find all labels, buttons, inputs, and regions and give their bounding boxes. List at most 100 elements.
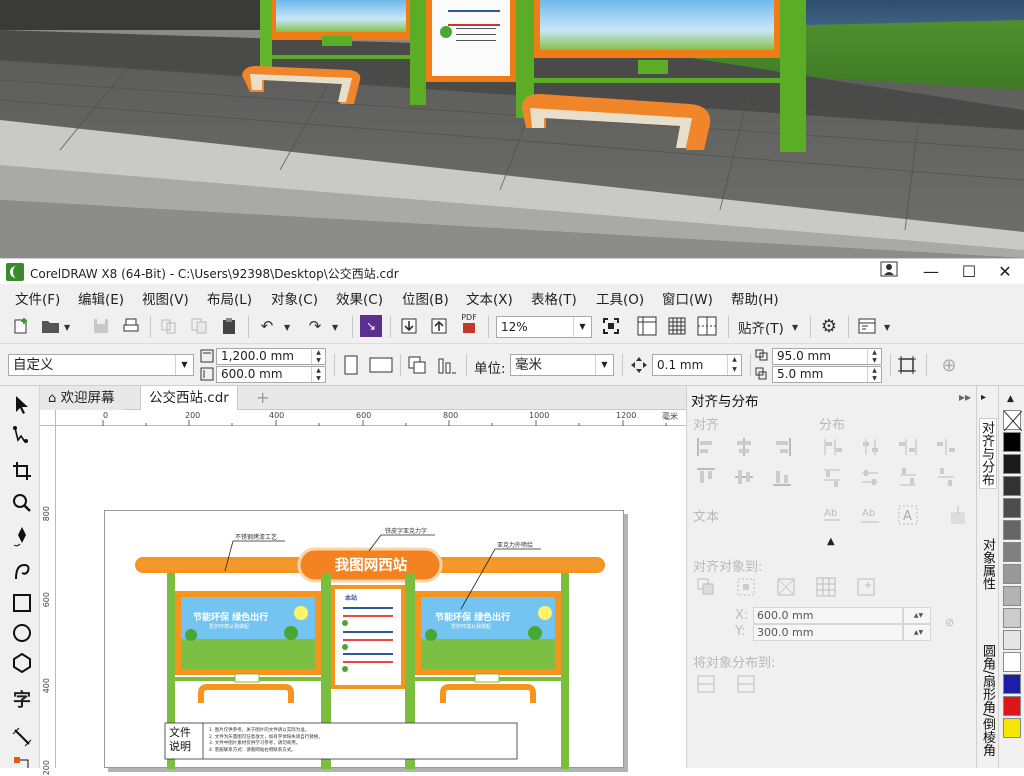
- vertical-ruler[interactable]: 800 600 400 200: [40, 426, 56, 775]
- align-left-icon[interactable]: [695, 436, 717, 458]
- export-icon[interactable]: [428, 315, 450, 337]
- options-gear-icon[interactable]: ⚙: [818, 315, 840, 337]
- color-swatch[interactable]: [1003, 476, 1021, 496]
- color-swatch[interactable]: [1003, 718, 1021, 738]
- color-swatch[interactable]: [1003, 652, 1021, 672]
- open-folder-icon[interactable]: [40, 315, 62, 337]
- color-swatch[interactable]: [1003, 630, 1021, 650]
- all-pages-icon[interactable]: [406, 354, 428, 376]
- color-swatch[interactable]: [1003, 696, 1021, 716]
- distribute-to-selection-icon[interactable]: [695, 673, 717, 695]
- distribute-top-icon[interactable]: [821, 466, 843, 488]
- menu-layout[interactable]: 布局(L): [207, 288, 252, 308]
- tab-welcome-screen[interactable]: ⌂ 欢迎屏幕: [40, 386, 123, 410]
- color-swatch[interactable]: [1003, 454, 1021, 474]
- parallel-dimension-tool-icon[interactable]: [9, 724, 35, 750]
- account-icon[interactable]: [872, 261, 906, 283]
- zoom-tool-icon[interactable]: [9, 490, 35, 516]
- freehand-tool-icon[interactable]: [9, 524, 35, 550]
- docker-tabs-scroll-icon[interactable]: ▸: [981, 392, 986, 403]
- portrait-icon[interactable]: [340, 354, 362, 376]
- zoom-dropdown-icon[interactable]: ▼: [573, 317, 591, 337]
- snap-to-label[interactable]: 贴齐(T): [738, 317, 784, 337]
- launcher-dropdown-icon[interactable]: ▼: [884, 323, 890, 332]
- menu-help[interactable]: 帮助(H): [731, 288, 779, 308]
- page-size-dropdown-icon[interactable]: ▼: [175, 355, 193, 375]
- align-to-page-edge-icon[interactable]: [735, 576, 757, 598]
- paste-icon[interactable]: [218, 315, 240, 337]
- align-top-icon[interactable]: [695, 466, 717, 488]
- open-dropdown-icon[interactable]: ▼: [64, 323, 70, 332]
- artistic-media-tool-icon[interactable]: [9, 558, 35, 584]
- search-content-icon[interactable]: ↘: [360, 315, 382, 337]
- distribute-bottom-icon[interactable]: [897, 466, 919, 488]
- import-icon[interactable]: [398, 315, 420, 337]
- drawing-page[interactable]: 我图网西站 不锈钢烤漆工艺 铁皮字亚克力字 亚克力外喷绘 节能环保 绿色出行 爱…: [104, 510, 624, 769]
- distribute-center-icon[interactable]: [859, 436, 881, 458]
- page-size-preset-combo[interactable]: 自定义 ▼: [8, 354, 194, 376]
- show-guidelines-icon[interactable]: [696, 315, 718, 337]
- menu-effects[interactable]: 效果(C): [336, 288, 383, 308]
- close-button[interactable]: ✕: [988, 261, 1022, 283]
- color-swatch[interactable]: [1003, 432, 1021, 452]
- publish-pdf-icon[interactable]: PDF: [458, 312, 480, 334]
- ruler-origin[interactable]: [40, 410, 56, 426]
- menu-table[interactable]: 表格(T): [531, 288, 577, 308]
- outline-toggle-icon[interactable]: [947, 504, 969, 526]
- page-height-field[interactable]: 600.0 mm ▲ ▼: [216, 366, 326, 383]
- show-rulers-icon[interactable]: [636, 315, 658, 337]
- duplicate-x-spinner-icon[interactable]: ▲ ▼: [867, 349, 881, 364]
- zoom-level-combo[interactable]: 12% ▼: [496, 316, 592, 338]
- docker-collapse-icon[interactable]: ▸▸: [959, 390, 971, 404]
- distribute-right-icon[interactable]: [897, 436, 919, 458]
- distribute-middle-icon[interactable]: [859, 466, 881, 488]
- text-bounding-box-icon[interactable]: A: [897, 504, 919, 526]
- tab-document[interactable]: 公交西站.cdr: [140, 386, 238, 410]
- maximize-button[interactable]: ☐: [952, 261, 986, 283]
- color-swatch[interactable]: [1003, 564, 1021, 584]
- page-width-spinner-icon[interactable]: ▲ ▼: [311, 349, 325, 364]
- align-right-icon[interactable]: [771, 436, 793, 458]
- menu-object[interactable]: 对象(C): [271, 288, 318, 308]
- position-x-field[interactable]: 600.0 mm: [753, 607, 903, 624]
- menu-view[interactable]: 视图(V): [142, 288, 189, 308]
- pick-tool-icon[interactable]: [9, 392, 35, 418]
- menu-window[interactable]: 窗口(W): [662, 288, 713, 308]
- shape-tool-icon[interactable]: [9, 422, 35, 448]
- distribute-spacing-vertical-icon[interactable]: [935, 466, 957, 488]
- copy-icon[interactable]: [188, 315, 210, 337]
- ellipse-tool-icon[interactable]: [9, 620, 35, 646]
- undo-dropdown-icon[interactable]: ▼: [284, 323, 290, 332]
- rectangle-tool-icon[interactable]: [9, 590, 35, 616]
- menu-edit[interactable]: 编辑(E): [78, 288, 124, 308]
- position-x-spinner-icon[interactable]: ▲▼: [903, 607, 931, 624]
- no-color-swatch[interactable]: [1003, 410, 1023, 432]
- nudge-distance-field[interactable]: 0.1 mm ▲ ▼: [652, 354, 742, 376]
- color-swatch[interactable]: [1003, 498, 1021, 518]
- redo-dropdown-icon[interactable]: ▼: [332, 323, 338, 332]
- minimize-button[interactable]: —: [914, 261, 948, 283]
- tab-fillet-scallop-chamfer[interactable]: 圆角/扇形角/倒棱角: [979, 642, 997, 759]
- save-icon[interactable]: [90, 315, 112, 337]
- redo-icon[interactable]: ↷: [304, 315, 326, 337]
- lock-ratio-icon[interactable]: ⊘: [945, 616, 954, 629]
- tab-object-properties[interactable]: 对象属性: [979, 536, 997, 592]
- new-tab-icon[interactable]: +: [248, 386, 277, 410]
- tab-align-distribute[interactable]: 对齐与分布: [979, 418, 997, 489]
- position-y-spinner-icon[interactable]: ▲▼: [903, 624, 931, 641]
- duplicate-y-spinner-icon[interactable]: ▲ ▼: [867, 367, 881, 382]
- distribute-left-icon[interactable]: [821, 436, 843, 458]
- align-to-page-center-icon[interactable]: [775, 576, 797, 598]
- align-center-vertical-icon[interactable]: [733, 466, 755, 488]
- current-page-icon[interactable]: [436, 354, 458, 376]
- menu-tools[interactable]: 工具(O): [596, 288, 644, 308]
- color-swatch[interactable]: [1003, 608, 1021, 628]
- text-first-line-baseline-icon[interactable]: Ab: [821, 504, 843, 526]
- align-center-horizontal-icon[interactable]: [733, 436, 755, 458]
- distribute-to-page-icon[interactable]: [735, 673, 757, 695]
- print-icon[interactable]: [120, 315, 142, 337]
- duplicate-y-field[interactable]: 5.0 mm ▲ ▼: [772, 366, 882, 383]
- new-document-icon[interactable]: [10, 315, 32, 337]
- add-button-icon[interactable]: ⊕: [938, 354, 960, 376]
- page-width-field[interactable]: 1,200.0 mm ▲ ▼: [216, 348, 326, 365]
